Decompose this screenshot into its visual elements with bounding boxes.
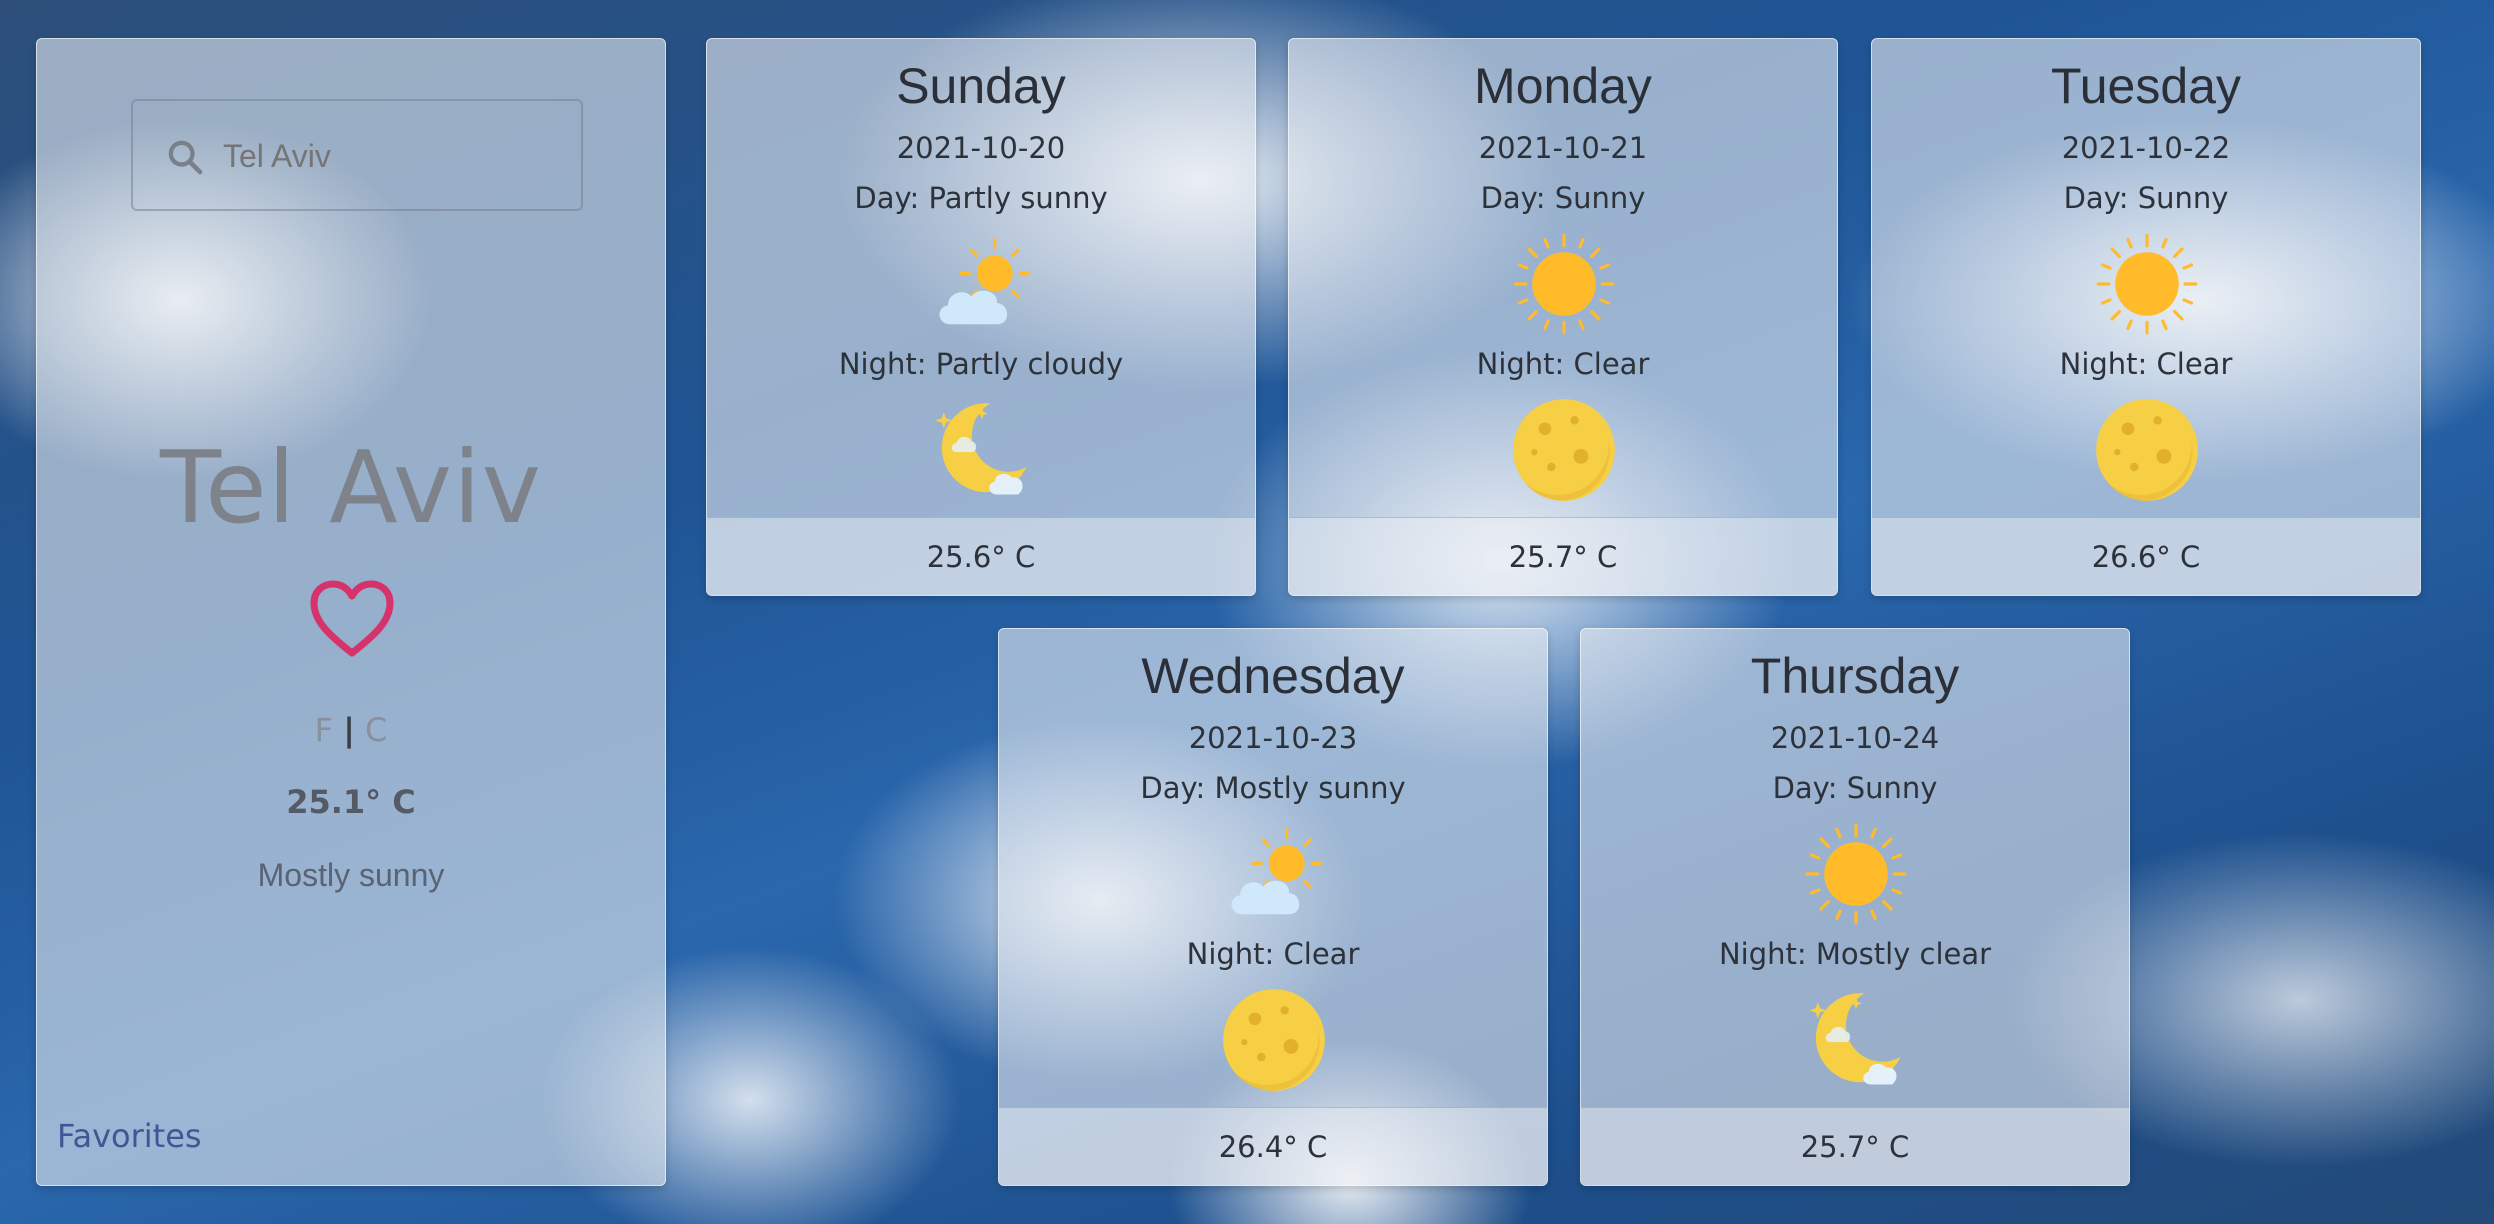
forecast-card: Wednesday 2021-10-23 Day: Mostly sunny N… (998, 628, 1548, 1186)
forecast-temperature: 25.6° C (707, 517, 1255, 595)
unit-separator: | (343, 711, 355, 749)
favorites-link[interactable]: Favorites (57, 1117, 202, 1155)
forecast-date: 2021-10-24 (1770, 721, 1940, 755)
heart-icon[interactable] (309, 579, 395, 659)
sun-behind-cloud-icon (939, 237, 1031, 325)
forecast-day: Thursday (1750, 648, 1960, 704)
forecast-temperature: 26.4° C (999, 1107, 1547, 1185)
moon-with-cloud-icon (1809, 993, 1901, 1085)
forecast-day-condition: Day: Mostly sunny (1140, 771, 1406, 805)
sun-behind-cloud-icon (1231, 827, 1323, 915)
forecast-card: Tuesday 2021-10-22 Day: Sunny Night: Cle… (1871, 38, 2421, 596)
forecast-day-condition: Day: Sunny (1480, 181, 1646, 215)
forecast-card: Sunday 2021-10-20 Day: Partly sunny Nigh… (706, 38, 1256, 596)
forecast-night-condition: Night: Mostly clear (1718, 937, 1992, 971)
forecast-temperature: 25.7° C (1581, 1107, 2129, 1185)
unit-f-button[interactable]: F (315, 711, 333, 749)
unit-toggle: F | C (37, 711, 665, 749)
moon-with-cloud-icon (935, 403, 1027, 495)
forecast-day: Monday (1474, 58, 1652, 114)
forecast-day: Sunday (896, 58, 1066, 114)
current-temperature: 25.1° C (286, 783, 416, 821)
forecast-date: 2021-10-20 (896, 131, 1066, 165)
forecast-day: Wednesday (1141, 648, 1405, 704)
full-moon-icon (2096, 399, 2198, 501)
forecast-temperature: 26.6° C (1872, 517, 2420, 595)
forecast-day-condition: Day: Sunny (1772, 771, 1938, 805)
forecast-date: 2021-10-21 (1478, 131, 1648, 165)
city-panel: Tel Aviv F | C 25.1° C Mostly sunny Favo… (36, 38, 666, 1186)
search-box[interactable] (131, 99, 583, 211)
sun-icon (1513, 233, 1615, 335)
sun-icon (2096, 233, 2198, 335)
forecast-night-condition: Night: Clear (1476, 347, 1650, 381)
forecast-temperature: 25.7° C (1289, 517, 1837, 595)
forecast-night-condition: Night: Clear (2059, 347, 2233, 381)
forecast-night-condition: Night: Clear (1186, 937, 1360, 971)
forecast-day: Tuesday (2051, 58, 2241, 114)
forecast-card: Monday 2021-10-21 Day: Sunny Night: Clea… (1288, 38, 1838, 596)
forecast-day-condition: Day: Partly sunny (854, 181, 1108, 215)
forecast-night-condition: Night: Partly cloudy (838, 347, 1124, 381)
search-input[interactable] (223, 131, 553, 181)
full-moon-icon (1513, 399, 1615, 501)
search-icon (168, 140, 203, 175)
forecast-date: 2021-10-22 (2061, 131, 2231, 165)
sun-icon (1805, 823, 1907, 925)
city-name: Tel Aviv (160, 429, 542, 546)
forecast-card: Thursday 2021-10-24 Day: Sunny Night: Mo… (1580, 628, 2130, 1186)
forecast-date: 2021-10-23 (1188, 721, 1358, 755)
unit-c-button[interactable]: C (365, 711, 387, 749)
full-moon-icon (1223, 989, 1325, 1091)
current-condition: Mostly sunny (257, 857, 445, 893)
forecast-day-condition: Day: Sunny (2063, 181, 2229, 215)
